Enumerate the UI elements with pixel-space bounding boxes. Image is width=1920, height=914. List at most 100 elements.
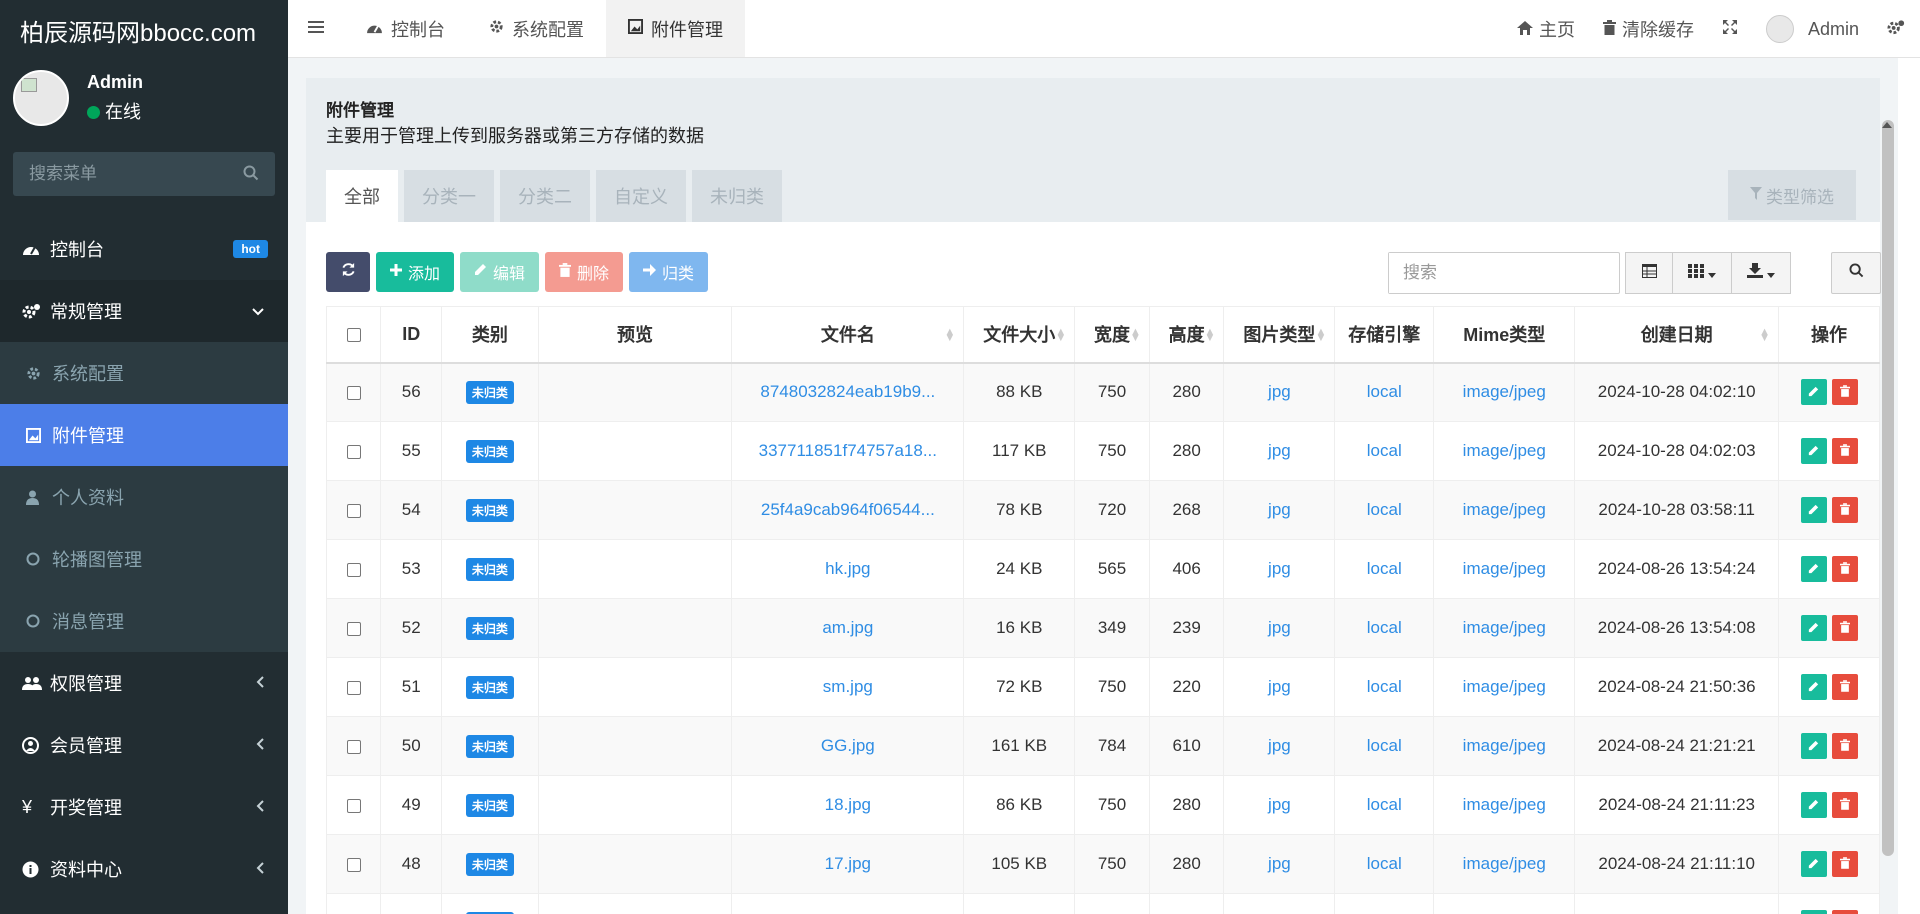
image-type-link[interactable]: jpg <box>1268 795 1291 814</box>
tab-custom[interactable]: 自定义 <box>596 170 686 222</box>
filename-link[interactable]: 8748032824eab19b9... <box>760 382 935 401</box>
row-delete-button[interactable] <box>1831 733 1858 759</box>
filename-link[interactable]: sm.jpg <box>823 677 873 696</box>
row-edit-button[interactable] <box>1800 910 1827 914</box>
table-row[interactable]: 47未归类 16.jpg100 KB750280jpglocalimage/jpe… <box>325 893 1880 914</box>
categorize-button[interactable]: 归类 <box>629 252 709 292</box>
row-edit-button[interactable] <box>1800 851 1827 877</box>
cell-preview[interactable] <box>537 598 733 658</box>
row-edit-button[interactable] <box>1800 497 1827 523</box>
filename-link[interactable]: 337711851f74757a18... <box>759 441 937 460</box>
brand-logo[interactable]: 柏辰源码网bbocc.com <box>0 0 288 58</box>
sidebar-item-lottery[interactable]: ¥ 开奖管理 <box>0 776 288 838</box>
table-row[interactable]: 50 未归类 GG.jpg 161 KB 784 610 jpg local image/jpe… <box>325 716 1880 776</box>
cell-preview[interactable] <box>537 362 733 422</box>
filename-link[interactable]: am.jpg <box>822 618 873 637</box>
sidebar-item-auth[interactable]: 权限管理 <box>0 652 288 714</box>
row-edit-button[interactable] <box>1800 615 1827 641</box>
row-checkbox[interactable] <box>325 893 382 914</box>
tab-all[interactable]: 全部 <box>326 170 398 222</box>
row-checkbox[interactable] <box>325 598 382 658</box>
table-row[interactable]: 54 未归类 25f4a9cab964f06544... 78 KB 720 268 jpg… <box>325 480 1880 540</box>
storage-link[interactable]: local <box>1367 618 1402 637</box>
row-delete-button[interactable] <box>1831 497 1858 523</box>
menu-search-input[interactable] <box>13 152 233 196</box>
export-dropdown-button[interactable] <box>1731 252 1791 294</box>
storage-link[interactable]: local <box>1367 854 1402 873</box>
row-checkbox[interactable] <box>325 834 382 894</box>
row-edit-button[interactable] <box>1800 733 1827 759</box>
cell-preview[interactable] <box>537 657 733 717</box>
col-header-id[interactable]: ID <box>380 306 442 364</box>
sidebar-item-system-config[interactable]: 系统配置 <box>0 342 288 404</box>
user-menu[interactable]: Admin <box>1752 0 1873 58</box>
sidebar-item-attachments[interactable]: 附件管理 <box>0 404 288 466</box>
delete-button[interactable]: 删除 <box>545 252 624 292</box>
table-row[interactable]: 56 未归类 8748032824eab19b9... 88 KB 750 280 jpg l… <box>325 362 1880 422</box>
mime-link[interactable]: image/jpeg <box>1463 441 1546 460</box>
storage-link[interactable]: local <box>1367 736 1402 755</box>
storage-link[interactable]: local <box>1367 677 1402 696</box>
mime-link[interactable]: image/jpeg <box>1463 854 1546 873</box>
image-type-link[interactable]: jpg <box>1268 854 1291 873</box>
columns-dropdown-button[interactable] <box>1672 252 1732 294</box>
toggle-view-button[interactable] <box>1625 252 1673 294</box>
mime-link[interactable]: image/jpeg <box>1463 795 1546 814</box>
tab-attachments[interactable]: 附件管理 <box>606 0 745 57</box>
table-row[interactable]: 49 未归类 18.jpg 86 KB 750 280 jpg local image/jpeg… <box>325 775 1880 835</box>
cell-preview[interactable] <box>537 716 733 776</box>
search-input[interactable] <box>1389 253 1609 293</box>
row-delete-button[interactable] <box>1831 438 1858 464</box>
storage-link[interactable]: local <box>1367 382 1402 401</box>
row-edit-button[interactable] <box>1800 556 1827 582</box>
row-checkbox[interactable] <box>325 421 382 481</box>
row-delete-button[interactable] <box>1831 615 1858 641</box>
row-delete-button[interactable] <box>1831 674 1858 700</box>
sidebar-item-docs[interactable]: 资料中心 <box>0 838 288 900</box>
storage-link[interactable]: local <box>1367 559 1402 578</box>
mime-link[interactable]: image/jpeg <box>1463 618 1546 637</box>
image-type-link[interactable]: jpg <box>1268 677 1291 696</box>
cell-preview[interactable] <box>537 834 733 894</box>
cell-preview[interactable] <box>537 480 733 540</box>
table-row[interactable]: 51 未归类 sm.jpg 72 KB 750 220 jpg local image/jpeg… <box>325 657 1880 717</box>
tab-dashboard[interactable]: 控制台 <box>344 0 467 57</box>
row-checkbox[interactable] <box>325 657 382 717</box>
row-delete-button[interactable] <box>1831 556 1858 582</box>
row-edit-button[interactable] <box>1800 674 1827 700</box>
row-checkbox[interactable] <box>325 480 382 540</box>
tab-category-1[interactable]: 分类一 <box>404 170 494 222</box>
settings-button[interactable] <box>1873 0 1920 58</box>
cell-preview[interactable] <box>537 421 733 481</box>
image-type-link[interactable]: jpg <box>1268 500 1291 519</box>
image-type-link[interactable]: jpg <box>1268 559 1291 578</box>
refresh-button[interactable] <box>326 252 370 292</box>
row-checkbox[interactable] <box>325 775 382 835</box>
search-icon[interactable] <box>243 165 259 186</box>
filename-link[interactable]: hk.jpg <box>825 559 870 578</box>
mime-link[interactable]: image/jpeg <box>1463 382 1546 401</box>
cell-preview[interactable] <box>537 775 733 835</box>
tab-category-2[interactable]: 分类二 <box>500 170 590 222</box>
sidebar-item-member[interactable]: 会员管理 <box>0 714 288 776</box>
home-link[interactable]: 主页 <box>1503 0 1589 58</box>
filename-link[interactable]: 25f4a9cab964f06544... <box>761 500 935 519</box>
row-checkbox[interactable] <box>325 362 382 422</box>
sidebar-item-dashboard[interactable]: 控制台 hot <box>0 218 288 280</box>
add-button[interactable]: 添加 <box>376 252 455 292</box>
row-delete-button[interactable] <box>1831 379 1858 406</box>
filename-link[interactable]: 18.jpg <box>825 795 871 814</box>
filename-link[interactable]: 17.jpg <box>825 854 871 873</box>
edit-button[interactable]: 编辑 <box>460 252 540 292</box>
col-header-height[interactable]: 高度 ▲ ▼ <box>1148 306 1225 364</box>
row-delete-button[interactable] <box>1831 851 1858 877</box>
row-edit-button[interactable] <box>1800 438 1827 464</box>
storage-link[interactable]: local <box>1367 795 1402 814</box>
clear-cache-button[interactable]: 清除缓存 <box>1589 0 1708 58</box>
row-delete-button[interactable] <box>1831 910 1858 914</box>
table-row[interactable]: 52 未归类 am.jpg 16 KB 349 239 jpg local image/jpeg… <box>325 598 1880 658</box>
filename-link[interactable]: GG.jpg <box>821 736 875 755</box>
sidebar-item-carousel[interactable]: 轮播图管理 <box>0 528 288 590</box>
scrollbar[interactable] <box>1882 120 1894 856</box>
image-type-link[interactable]: jpg <box>1268 736 1291 755</box>
